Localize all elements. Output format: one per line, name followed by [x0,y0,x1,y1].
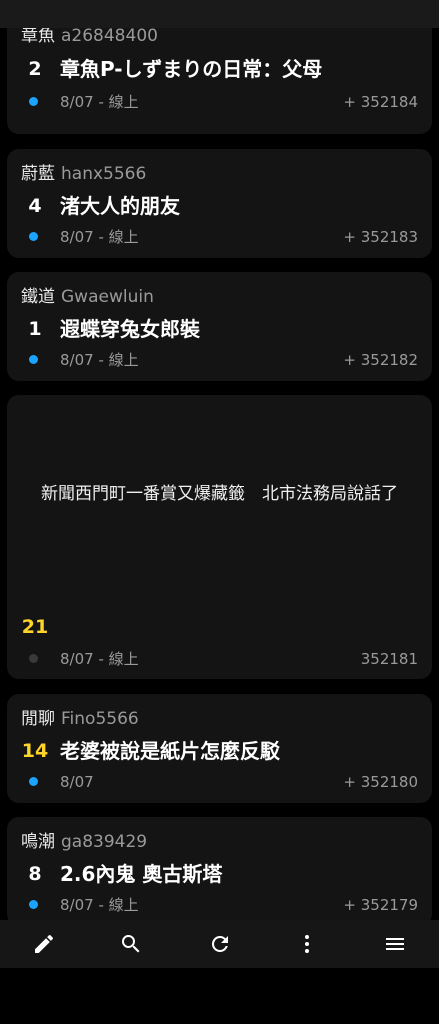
unread-dot [29,355,38,364]
unread-dot [29,232,38,241]
menu-icon [386,938,404,950]
post-id: + 352179 [343,896,418,914]
search-button[interactable] [107,920,155,968]
post-card[interactable]: 鐵道 Gwaewluin 1 遐蝶穿兔女郎裝 8/07 - 線上 + 352182 [7,272,432,381]
reply-count: 1 [28,318,42,340]
post-title[interactable]: 章魚P-しずまりの日常：父母 [60,54,322,84]
reply-count: 4 [28,195,42,217]
post-title[interactable]: 遐蝶穿兔女郎裝 [60,314,200,344]
reply-count: 8 [28,863,42,885]
post-date: 8/07 - 線上 [60,351,139,369]
read-dot [29,654,38,663]
post-id: 352181 [360,650,418,668]
post-title[interactable]: 老婆被說是紙片怎麼反駁 [60,736,280,766]
post-date: 8/07 - 線上 [60,650,139,668]
compose-button[interactable] [20,920,68,968]
username: ga839429 [61,832,148,852]
post-date: 8/07 - 線上 [60,896,139,914]
board-name: 鳴潮 [21,832,55,852]
post-id: + 352183 [343,228,418,246]
bottom-toolbar [0,920,439,968]
board-name: 閒聊 [21,709,55,729]
menu-button[interactable] [371,920,419,968]
refresh-icon [211,936,228,952]
post-date: 8/07 - 線上 [60,228,139,246]
board-name: 章魚 [21,28,55,46]
post-date: 8/07 [60,773,94,791]
post-id: + 352182 [343,351,418,369]
post-author: 蔚藍 hanx5566 [21,162,146,186]
post-author: 閒聊 Fino5566 [21,707,139,731]
username: Gwaewluin [61,287,154,307]
more-vert-icon [305,935,309,953]
refresh-button[interactable] [196,920,244,968]
board-name: 蔚藍 [21,164,55,184]
unread-dot [29,97,38,106]
username: Fino5566 [61,709,139,729]
post-title[interactable]: 2.6內鬼 奧古斯塔 [60,859,222,889]
board-name: 鐵道 [21,287,55,307]
news-card[interactable]: 新聞西門町一番賞又爆藏籤 北市法務局說話了 21 8/07 - 線上 35218… [7,395,432,679]
post-card[interactable]: 鳴潮 ga839429 8 2.6內鬼 奧古斯塔 8/07 - 線上 + 3521… [7,817,432,920]
post-card[interactable]: 蔚藍 hanx5566 4 渚大人的朋友 8/07 - 線上 + 352183 [7,149,432,258]
post-author: 鳴潮 ga839429 [21,830,147,854]
unread-dot [29,777,38,786]
news-headline[interactable]: 新聞西門町一番賞又爆藏籤 北市法務局說話了 [21,483,418,505]
post-author: 鐵道 Gwaewluin [21,285,154,309]
reply-count: 2 [28,58,42,80]
post-id: + 352180 [343,773,418,791]
post-date: 8/07 - 線上 [60,93,139,111]
search-icon [122,935,140,953]
username: hanx5566 [61,164,147,184]
unread-dot [29,900,38,909]
post-feed[interactable]: 章魚 a26848400 2 章魚P-しずまりの日常：父母 8/07 - 線上 +… [0,28,439,920]
reply-count: 21 [21,616,49,638]
more-options-button[interactable] [283,920,331,968]
post-title[interactable]: 渚大人的朋友 [60,191,180,221]
post-author: 章魚 a26848400 [21,28,158,48]
post-id: + 352184 [343,93,418,111]
edit-icon [35,934,54,953]
username: a26848400 [61,28,158,46]
post-card[interactable]: 章魚 a26848400 2 章魚P-しずまりの日常：父母 8/07 - 線上 +… [7,28,432,134]
reply-count: 14 [21,740,49,762]
status-bar [0,0,439,28]
post-card[interactable]: 閒聊 Fino5566 14 老婆被說是紙片怎麼反駁 8/07 + 352180 [7,694,432,803]
